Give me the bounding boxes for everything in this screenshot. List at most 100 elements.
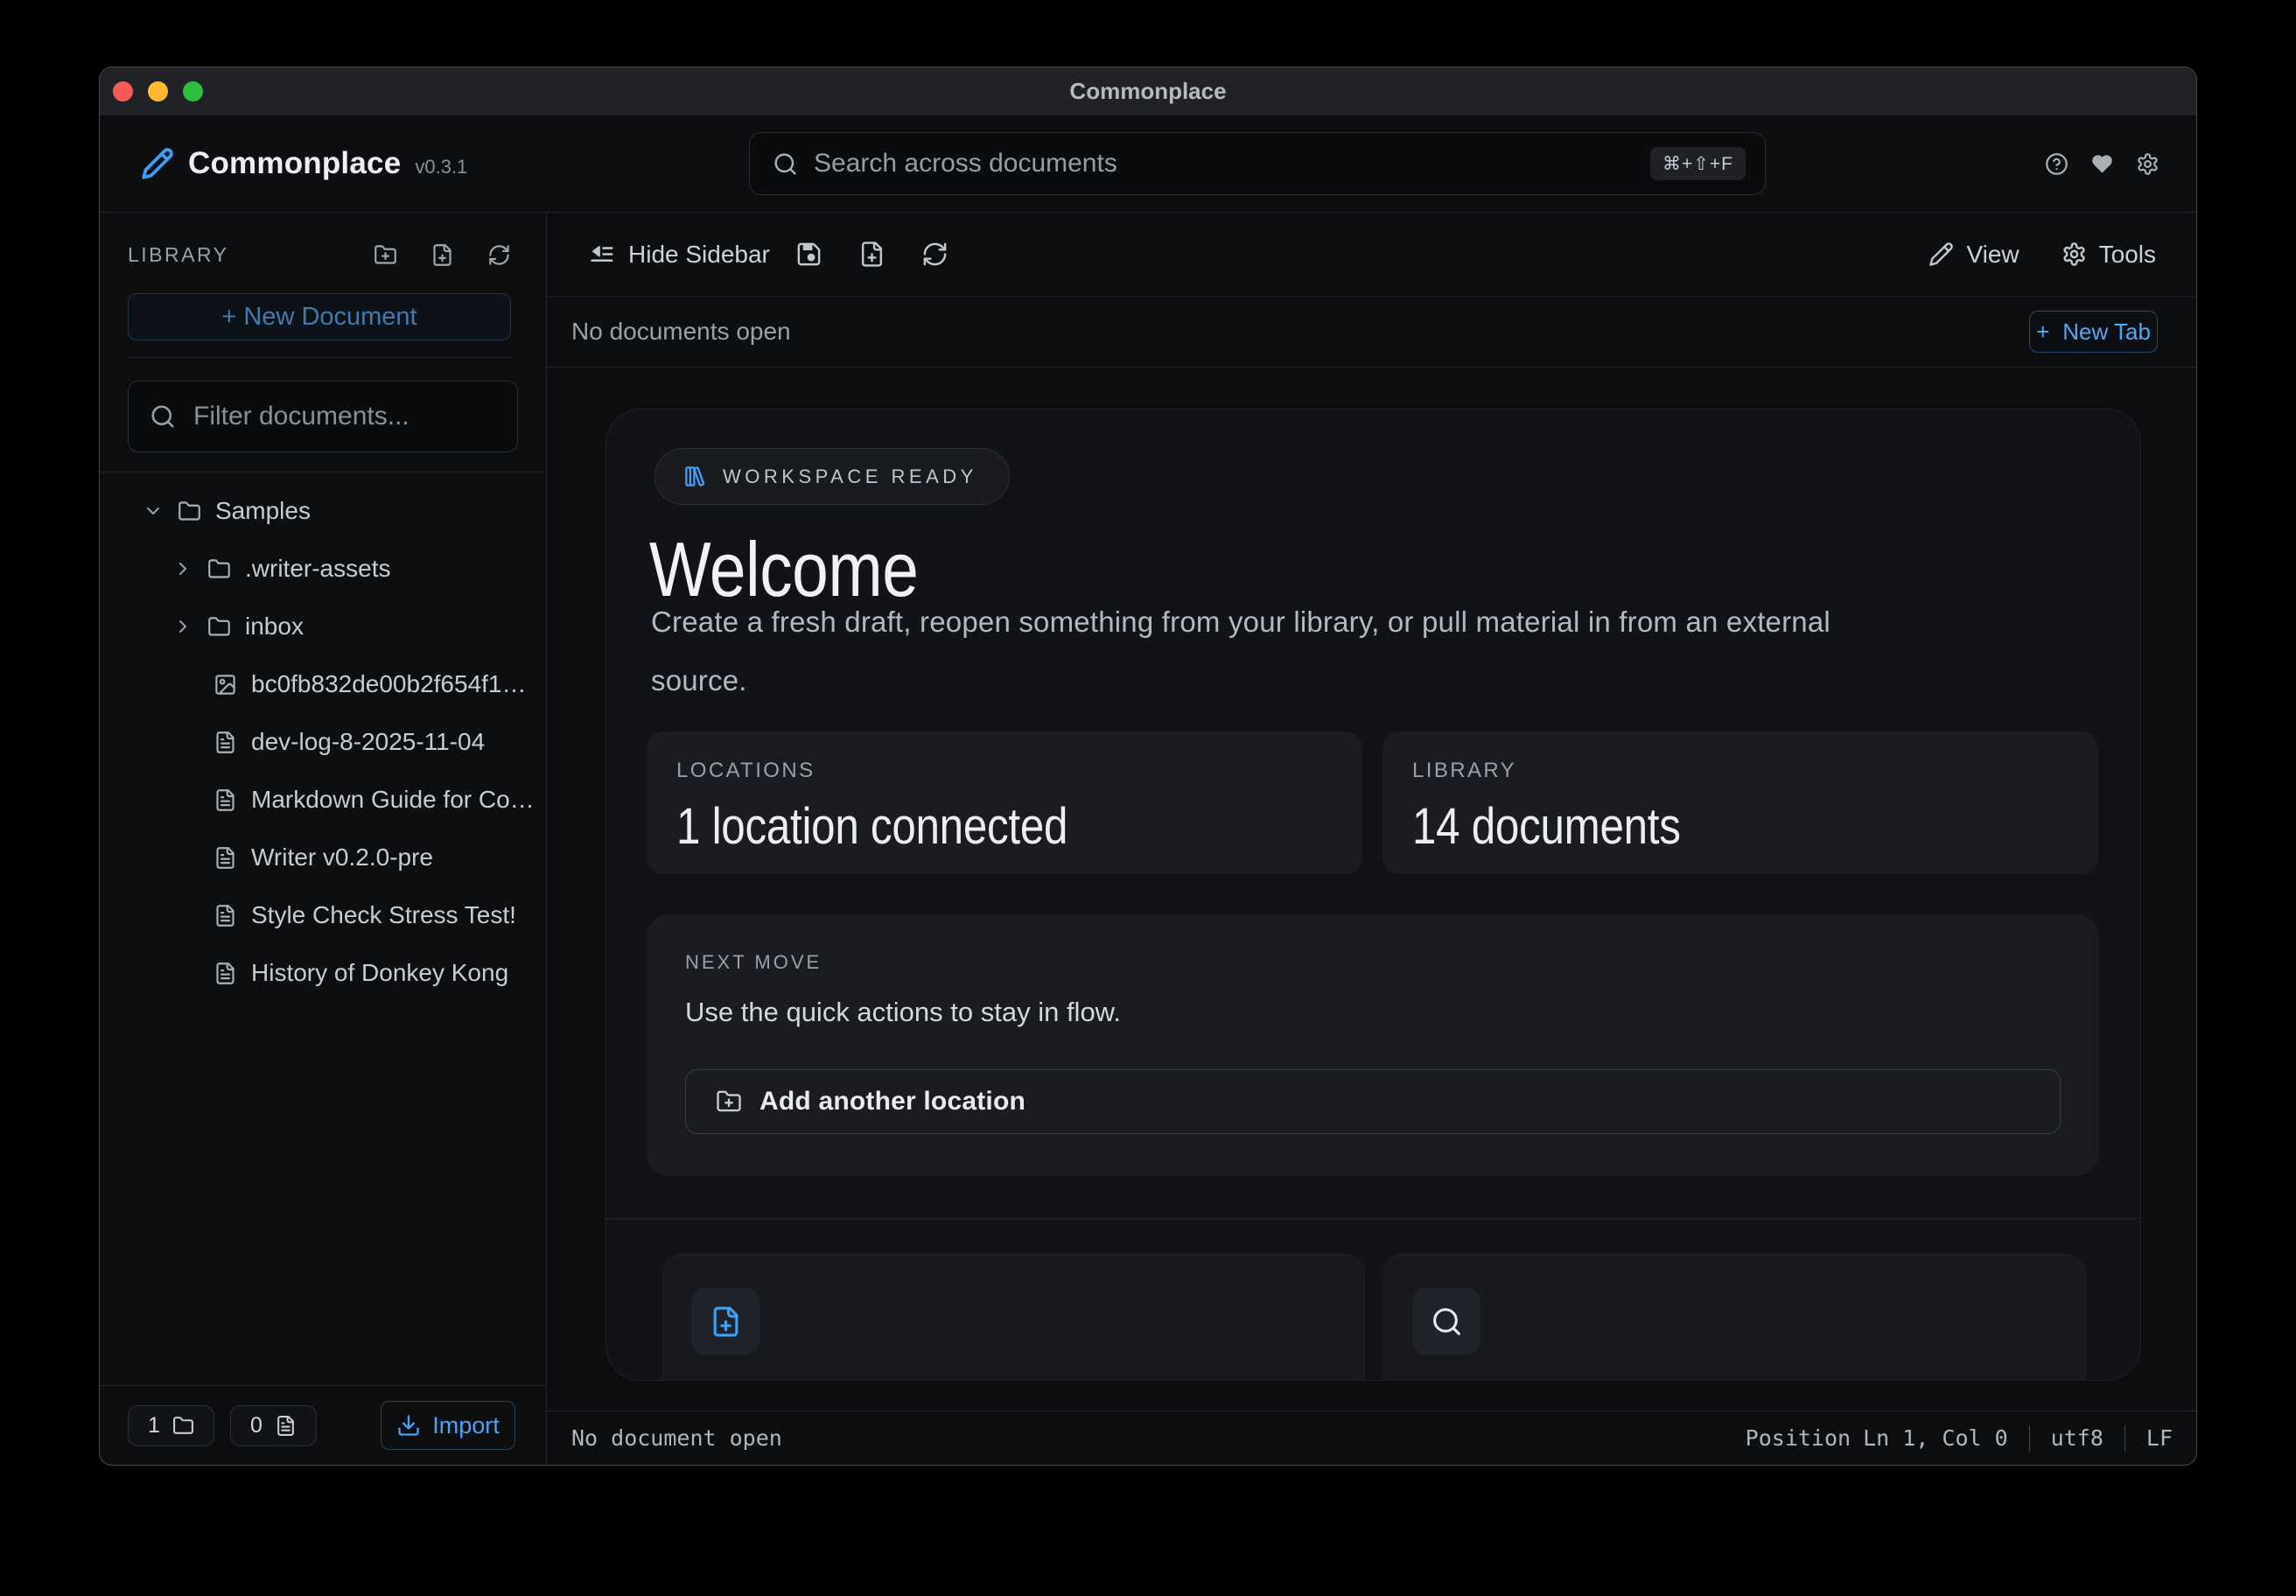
refresh-icon[interactable]	[487, 243, 511, 267]
search-library-card[interactable]	[1383, 1254, 2086, 1381]
tree-file-writer-pre[interactable]: Writer v0.2.0-pre	[100, 829, 546, 886]
traffic-lights	[113, 81, 203, 102]
folder-icon	[207, 557, 231, 581]
tree-file-style-check[interactable]: Style Check Stress Test!	[100, 886, 546, 944]
app-window: Commonplace Commonplace v0.3.1 ⌘+⇧+F	[99, 66, 2197, 1466]
add-location-button[interactable]: Add another location	[685, 1069, 2061, 1134]
new-tab-button[interactable]: + New Tab	[2029, 311, 2158, 353]
minimize-window-button[interactable]	[148, 81, 168, 102]
tree-folder-samples[interactable]: Samples	[100, 482, 546, 540]
status-right: Position Ln 1, Col 0 utf8 LF	[1746, 1425, 2173, 1452]
window-titlebar: Commonplace	[100, 67, 2196, 116]
search-icon	[1431, 1306, 1463, 1338]
app-header: Commonplace v0.3.1 ⌘+⇧+F	[100, 116, 2196, 213]
tree-file-dev-log[interactable]: dev-log-8-2025-11-04	[100, 713, 546, 771]
search-shortcut-badge: ⌘+⇧+F	[1650, 147, 1746, 180]
app-logo: Commonplace v0.3.1	[141, 146, 467, 181]
tools-menu-button[interactable]: Tools	[2062, 241, 2156, 269]
app-name: Commonplace	[188, 146, 401, 181]
no-documents-label: No documents open	[571, 318, 791, 346]
file-text-icon	[214, 962, 237, 985]
tree-folder-writer-assets[interactable]: .writer-assets	[100, 540, 546, 598]
folder-icon	[207, 615, 231, 639]
hide-sidebar-button[interactable]: Hide Sidebar	[588, 241, 770, 269]
section-divider	[606, 1218, 2140, 1219]
new-file-tile	[691, 1288, 760, 1354]
tab-strip: No documents open + New Tab	[547, 297, 2196, 368]
file-text-icon	[214, 731, 237, 754]
view-menu-button[interactable]: View	[1928, 241, 2019, 269]
search-icon	[150, 403, 176, 430]
filter-block	[100, 358, 546, 472]
gear-icon	[2062, 242, 2087, 267]
settings-button[interactable]	[2136, 152, 2160, 176]
filter-documents-input[interactable]	[193, 402, 531, 431]
encoding-indicator[interactable]: utf8	[2051, 1425, 2104, 1451]
sidebar-header: LIBRARY + New Document	[100, 213, 546, 358]
plus-icon: +	[2036, 318, 2049, 346]
new-document-button[interactable]: + New Document	[128, 293, 511, 340]
chevron-right-icon	[172, 558, 193, 579]
library-section-label: LIBRARY	[128, 243, 229, 267]
folder-count-badge: 1	[128, 1405, 214, 1446]
file-text-icon	[214, 788, 237, 812]
library-stat-card: LIBRARY 14 documents	[1382, 732, 2098, 874]
window-title: Commonplace	[1069, 78, 1226, 105]
image-icon	[214, 673, 237, 696]
sidebar-footer: 1 0 Import	[100, 1385, 546, 1465]
welcome-card: WORKSPACE READY Welcome Create a fresh d…	[606, 409, 2141, 1381]
import-button[interactable]: Import	[381, 1401, 515, 1450]
search-icon	[773, 151, 798, 177]
new-file-icon[interactable]	[858, 241, 886, 268]
file-plus-icon	[710, 1306, 742, 1338]
tree-file-donkey-kong[interactable]: History of Donkey Kong	[100, 944, 546, 1002]
file-text-icon	[275, 1415, 297, 1437]
collapse-sidebar-icon	[588, 241, 615, 268]
new-folder-icon[interactable]	[374, 243, 397, 267]
library-icon	[683, 465, 707, 488]
zoom-window-button[interactable]	[183, 81, 203, 102]
app-version: v0.3.1	[415, 156, 467, 178]
global-search-input[interactable]	[814, 149, 1650, 178]
folder-icon	[172, 1415, 194, 1437]
tree-file-image[interactable]: bc0fb832de00b2f654f1…	[100, 655, 546, 713]
welcome-description: Create a fresh draft, reopen something f…	[651, 592, 1894, 710]
help-button[interactable]	[2045, 152, 2068, 176]
tree-file-markdown-guide[interactable]: Markdown Guide for Co…	[100, 771, 546, 829]
status-bar: No document open Position Ln 1, Col 0 ut…	[547, 1410, 2196, 1465]
close-window-button[interactable]	[113, 81, 133, 102]
new-file-icon[interactable]	[430, 243, 454, 267]
document-tree: Samples .writer-assets inbox bc0fb832de0…	[100, 472, 546, 1385]
download-icon	[396, 1413, 421, 1438]
app-body: LIBRARY + New Document	[100, 213, 2196, 1465]
status-left: No document open	[571, 1425, 782, 1451]
stats-row: LOCATIONS 1 location connected LIBRARY 1…	[647, 732, 2098, 874]
locations-stat-card: LOCATIONS 1 location connected	[647, 732, 1362, 874]
cursor-position: Position Ln 1, Col 0	[1746, 1425, 2008, 1451]
search-tile	[1412, 1288, 1480, 1354]
main-panel: Hide Sidebar View Tools	[547, 213, 2196, 1465]
chevron-right-icon	[172, 616, 193, 637]
pencil-icon	[1928, 242, 1954, 267]
global-search[interactable]: ⌘+⇧+F	[749, 132, 1766, 195]
tree-folder-inbox[interactable]: inbox	[100, 598, 546, 655]
header-action-icons	[2045, 116, 2160, 212]
status-separator	[2029, 1425, 2030, 1452]
create-document-card[interactable]	[662, 1254, 1365, 1381]
quick-actions-grid	[662, 1254, 2086, 1381]
filter-documents-field[interactable]	[128, 381, 518, 452]
eol-indicator[interactable]: LF	[2146, 1425, 2173, 1451]
pencil-logo-icon	[141, 147, 174, 180]
folder-icon	[178, 500, 201, 523]
file-text-icon	[214, 904, 237, 928]
refresh-icon[interactable]	[921, 241, 948, 268]
favorites-button[interactable]	[2090, 152, 2114, 176]
main-content[interactable]: WORKSPACE READY Welcome Create a fresh d…	[547, 368, 2196, 1410]
gear-icon	[2136, 152, 2160, 176]
save-icon[interactable]	[795, 241, 822, 268]
heart-icon	[2090, 152, 2114, 176]
workspace-ready-badge: WORKSPACE READY	[654, 448, 1010, 505]
folder-plus-icon	[716, 1088, 742, 1115]
next-move-card: NEXT MOVE Use the quick actions to stay …	[647, 914, 2099, 1176]
chevron-down-icon	[143, 500, 164, 522]
